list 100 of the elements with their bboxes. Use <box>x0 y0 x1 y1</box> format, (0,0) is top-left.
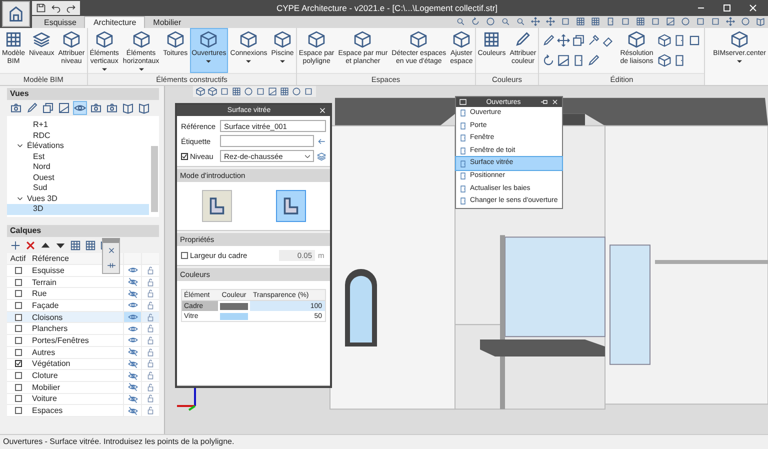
camera-icon[interactable] <box>10 102 22 114</box>
zoom-icon[interactable] <box>501 17 510 26</box>
undo-icon[interactable] <box>51 3 61 13</box>
grid-icon[interactable] <box>576 17 585 26</box>
rotate-icon[interactable] <box>471 17 480 26</box>
eye-crossed-icon[interactable] <box>128 394 138 404</box>
pin-icon[interactable] <box>540 98 548 106</box>
eye-icon[interactable] <box>128 324 138 334</box>
scrollbar[interactable] <box>151 146 158 212</box>
checkbox[interactable] <box>14 407 22 414</box>
zoom-icon[interactable] <box>516 17 525 26</box>
checkbox[interactable] <box>14 290 22 298</box>
app-menu-button[interactable] <box>2 1 30 27</box>
pencil-icon[interactable] <box>26 102 38 114</box>
layer-row[interactable]: Rue <box>7 288 159 300</box>
move-icon[interactable] <box>557 34 570 46</box>
eye-crossed-icon[interactable] <box>128 347 138 358</box>
add-icon[interactable] <box>10 240 21 250</box>
redo-icon[interactable] <box>66 3 76 13</box>
layer-row[interactable]: Terrain <box>7 276 159 288</box>
lock-icon[interactable] <box>146 394 155 404</box>
move-icon[interactable] <box>726 17 735 26</box>
cube-icon[interactable] <box>658 34 672 46</box>
door-icon[interactable] <box>572 54 586 66</box>
copy-icon[interactable] <box>42 102 54 114</box>
expand-caret-icon[interactable] <box>17 196 23 202</box>
layer-row[interactable]: Portes/Fenêtres <box>7 335 159 347</box>
square-icon[interactable] <box>220 87 229 96</box>
square-icon[interactable] <box>651 17 660 26</box>
grid-icon[interactable] <box>280 87 289 96</box>
eye-icon[interactable] <box>74 102 86 114</box>
tree-item[interactable]: Est <box>7 152 149 162</box>
eye-icon[interactable] <box>128 335 138 346</box>
search-icon[interactable] <box>456 17 465 26</box>
eye-crossed-icon[interactable] <box>128 277 138 288</box>
tree-item[interactable]: Sud <box>7 183 149 194</box>
door-icon[interactable] <box>673 34 686 46</box>
lock-icon[interactable] <box>146 348 155 357</box>
eye-icon[interactable] <box>128 300 138 310</box>
book-icon[interactable] <box>122 102 134 114</box>
checkbox[interactable] <box>14 325 22 332</box>
split-icon[interactable] <box>106 261 116 270</box>
checkbox[interactable] <box>14 360 22 368</box>
close-icon[interactable] <box>106 246 116 255</box>
copy-icon[interactable] <box>572 34 586 46</box>
eye-crossed-icon[interactable] <box>128 358 138 369</box>
door-icon[interactable] <box>606 17 615 26</box>
door-icon[interactable] <box>673 54 686 66</box>
tree-item[interactable]: Vues 3D <box>7 194 149 204</box>
layer-row[interactable]: Esquisse <box>7 265 159 277</box>
eye-crossed-icon[interactable] <box>128 406 138 416</box>
checkbox[interactable] <box>181 252 188 259</box>
checkbox[interactable] <box>14 395 22 402</box>
pencil-icon[interactable] <box>542 34 556 46</box>
save-icon[interactable] <box>36 3 46 13</box>
square-icon[interactable] <box>688 34 702 46</box>
tree-item[interactable]: RDC <box>7 130 149 141</box>
layer-row[interactable]: Planchers <box>7 323 159 336</box>
layer-row[interactable]: Cloture <box>7 370 159 382</box>
layer-row[interactable]: Autres <box>7 346 159 358</box>
layer-row[interactable]: Cloisons <box>7 312 159 324</box>
tree-item[interactable]: R+1 <box>7 120 149 130</box>
expand-caret-icon[interactable] <box>17 143 23 150</box>
square-icon[interactable] <box>256 87 265 96</box>
lock-icon[interactable] <box>146 289 155 298</box>
eye-crossed-icon[interactable] <box>128 288 138 299</box>
grid-icon[interactable] <box>85 240 96 250</box>
grid-icon[interactable] <box>232 87 241 96</box>
lock-icon[interactable] <box>146 312 155 322</box>
layer-row[interactable]: Voiture <box>7 394 159 406</box>
checkbox[interactable] <box>14 348 22 356</box>
lock-icon[interactable] <box>146 359 155 368</box>
mode-button[interactable] <box>202 190 232 222</box>
pencil-icon[interactable] <box>587 54 600 66</box>
tree-item[interactable]: Élévations <box>7 141 149 152</box>
ribbon-tab[interactable]: Esquisse <box>36 16 84 28</box>
layer-row[interactable]: Mobilier <box>7 382 159 394</box>
cube-icon[interactable] <box>658 54 672 66</box>
checkbox[interactable] <box>14 372 22 380</box>
lock-icon[interactable] <box>146 278 155 287</box>
lock-icon[interactable] <box>146 336 155 345</box>
square-icon[interactable] <box>304 87 313 96</box>
lock-icon[interactable] <box>146 266 155 275</box>
delete-icon[interactable] <box>25 240 36 250</box>
layers-icon[interactable] <box>317 152 326 160</box>
color-swatch[interactable] <box>220 312 248 320</box>
square-icon[interactable] <box>696 17 705 26</box>
tree-item[interactable]: Ouest <box>7 172 149 183</box>
ribbon-tab[interactable]: Mobilier <box>145 16 190 28</box>
rotate-icon[interactable] <box>542 54 556 66</box>
checkbox[interactable] <box>14 302 22 309</box>
tree-item[interactable]: 3D <box>7 204 149 214</box>
layer-row[interactable]: Végétation <box>7 358 159 370</box>
checkbox[interactable] <box>14 336 22 344</box>
eye-crossed-icon[interactable] <box>128 370 138 381</box>
eye-crossed-icon[interactable] <box>128 382 138 392</box>
book-icon[interactable] <box>138 102 150 114</box>
checkbox[interactable] <box>181 152 188 160</box>
grid-icon[interactable] <box>70 240 81 250</box>
grid-icon[interactable] <box>636 17 645 26</box>
